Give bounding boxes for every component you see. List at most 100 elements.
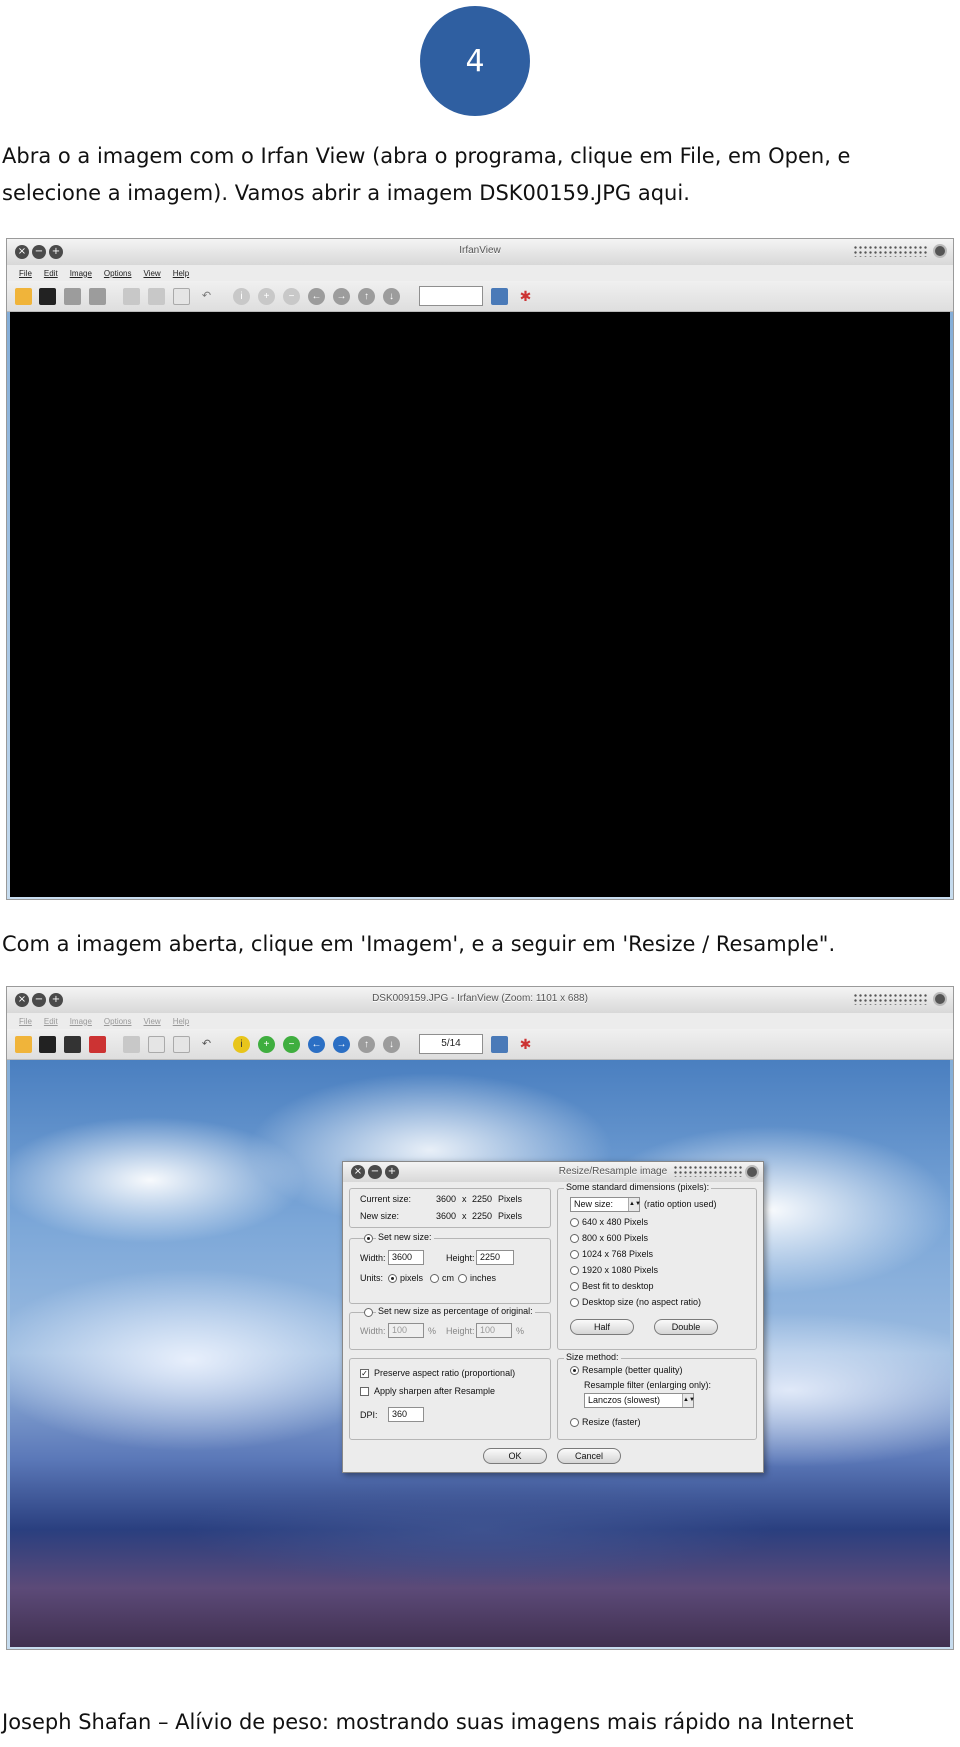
menu-help[interactable]: Help bbox=[173, 269, 189, 278]
std-option-radio-desktop[interactable] bbox=[570, 1298, 579, 1307]
pct-height-label: Height: bbox=[446, 1326, 475, 1336]
save-icon[interactable] bbox=[64, 1036, 81, 1053]
std-option-radio-640[interactable] bbox=[570, 1218, 579, 1227]
page-field[interactable]: 5/14 bbox=[419, 1034, 483, 1054]
open-icon[interactable] bbox=[15, 1036, 32, 1053]
current-size-x: x bbox=[462, 1194, 467, 1204]
slideshow-icon[interactable] bbox=[39, 288, 56, 305]
info-icon[interactable]: i bbox=[233, 1036, 250, 1053]
width-input[interactable]: 3600 bbox=[388, 1250, 424, 1265]
title-grip bbox=[673, 1165, 743, 1177]
std-option-radio-best-fit[interactable] bbox=[570, 1282, 579, 1291]
undo-icon[interactable]: ↶ bbox=[198, 1036, 215, 1053]
cancel-button[interactable]: Cancel bbox=[557, 1448, 621, 1464]
ok-button[interactable]: OK bbox=[483, 1448, 547, 1464]
copy-icon[interactable] bbox=[148, 288, 165, 305]
pct-width-input[interactable]: 100 bbox=[388, 1323, 424, 1338]
menu-options[interactable]: Options bbox=[104, 269, 132, 278]
zoom-in-icon[interactable]: + bbox=[258, 288, 275, 305]
std-option-radio-800[interactable] bbox=[570, 1234, 579, 1243]
set-new-size-radio[interactable] bbox=[364, 1234, 373, 1243]
size-method-label: Size method: bbox=[564, 1352, 621, 1362]
window-option-icon[interactable] bbox=[745, 1165, 759, 1179]
menu-file[interactable]: File bbox=[19, 1017, 32, 1026]
new-size-height: 2250 bbox=[472, 1211, 493, 1221]
page-field[interactable] bbox=[419, 286, 483, 306]
sharpen-checkbox[interactable] bbox=[360, 1387, 369, 1396]
first-icon[interactable]: ↑ bbox=[358, 288, 375, 305]
last-icon[interactable]: ↓ bbox=[383, 1036, 400, 1053]
previous-icon[interactable]: ← bbox=[308, 288, 325, 305]
std-option-radio-1920[interactable] bbox=[570, 1266, 579, 1275]
settings-icon[interactable] bbox=[491, 1036, 508, 1053]
window-option-icon[interactable] bbox=[933, 244, 947, 258]
zoom-out-icon[interactable]: − bbox=[283, 288, 300, 305]
delete-icon[interactable] bbox=[89, 288, 106, 305]
menu-view[interactable]: View bbox=[144, 269, 161, 278]
paste-icon[interactable] bbox=[173, 288, 190, 305]
slideshow-icon[interactable] bbox=[39, 1036, 56, 1053]
next-icon[interactable]: → bbox=[333, 288, 350, 305]
preserve-aspect-checkbox[interactable]: ✓ bbox=[360, 1369, 369, 1378]
paragraph-1-line-1: Abra o a imagem com o Irfan View (abra o… bbox=[2, 144, 851, 168]
unit-inches-radio[interactable] bbox=[458, 1274, 467, 1283]
unit-pixels-radio[interactable] bbox=[388, 1274, 397, 1283]
current-size-unit: Pixels bbox=[498, 1194, 523, 1204]
menu-help[interactable]: Help bbox=[173, 1017, 189, 1026]
irfanview-logo-icon[interactable]: ✱ bbox=[517, 1036, 534, 1053]
zoom-in-icon[interactable]: + bbox=[258, 1036, 275, 1053]
previous-icon[interactable]: ← bbox=[308, 1036, 325, 1053]
resample-filter-select[interactable]: Lanczos (slowest) ▲▼ bbox=[584, 1393, 695, 1408]
current-size-label: Current size: bbox=[360, 1194, 412, 1204]
last-icon[interactable]: ↓ bbox=[383, 288, 400, 305]
standard-size-select[interactable]: New size: ▲▼ bbox=[570, 1197, 641, 1212]
paste-icon[interactable] bbox=[173, 1036, 190, 1053]
menu-view[interactable]: View bbox=[144, 1017, 161, 1026]
new-size-label: New size: bbox=[360, 1211, 400, 1221]
double-button[interactable]: Double bbox=[654, 1319, 718, 1335]
save-icon[interactable] bbox=[64, 288, 81, 305]
percentage-radio[interactable] bbox=[364, 1308, 373, 1317]
open-icon[interactable] bbox=[15, 288, 32, 305]
delete-icon[interactable] bbox=[89, 1036, 106, 1053]
ratio-note: (ratio option used) bbox=[644, 1199, 717, 1209]
half-button[interactable]: Half bbox=[570, 1319, 634, 1335]
std-option-radio-1024[interactable] bbox=[570, 1250, 579, 1259]
settings-icon[interactable] bbox=[491, 288, 508, 305]
footer-text: Joseph Shafan – Alívio de peso: mostrand… bbox=[2, 1710, 854, 1734]
image-viewer-area[interactable] bbox=[10, 312, 950, 897]
dpi-input[interactable]: 360 bbox=[388, 1407, 424, 1422]
menu-image[interactable]: Image bbox=[70, 1017, 92, 1026]
current-size-width: 3600 bbox=[436, 1194, 457, 1204]
window-title: DSK009159.JPG - IrfanView (Zoom: 1101 x … bbox=[372, 993, 588, 1004]
resample-filter-label: Resample filter (enlarging only): bbox=[584, 1380, 712, 1390]
copy-icon[interactable] bbox=[148, 1036, 165, 1053]
preserve-aspect-label: Preserve aspect ratio (proportional) bbox=[374, 1368, 516, 1378]
cut-icon[interactable] bbox=[123, 1036, 140, 1053]
sharpen-label: Apply sharpen after Resample bbox=[374, 1386, 496, 1396]
dialog-titlebar: × − + Resize/Resample image bbox=[343, 1162, 763, 1182]
irfanview-logo-icon[interactable]: ✱ bbox=[517, 288, 534, 305]
std-option-640: 640 x 480 Pixels bbox=[582, 1217, 649, 1227]
undo-icon[interactable]: ↶ bbox=[198, 288, 215, 305]
info-icon[interactable]: i bbox=[233, 288, 250, 305]
resample-radio[interactable] bbox=[570, 1366, 579, 1375]
cut-icon[interactable] bbox=[123, 288, 140, 305]
menu-file[interactable]: File bbox=[19, 269, 32, 278]
first-icon[interactable]: ↑ bbox=[358, 1036, 375, 1053]
height-input[interactable]: 2250 bbox=[476, 1250, 514, 1265]
chevron-updown-icon: ▲▼ bbox=[682, 1394, 695, 1407]
window-option-icon[interactable] bbox=[933, 992, 947, 1006]
next-icon[interactable]: → bbox=[333, 1036, 350, 1053]
menu-edit[interactable]: Edit bbox=[44, 1017, 58, 1026]
menu-image[interactable]: Image bbox=[70, 269, 92, 278]
menu-edit[interactable]: Edit bbox=[44, 269, 58, 278]
size-info-group: Current size: 3600 x 2250 Pixels New siz… bbox=[349, 1188, 551, 1228]
menu-options[interactable]: Options bbox=[104, 1017, 132, 1026]
units-label: Units: bbox=[360, 1273, 384, 1283]
unit-cm-radio[interactable] bbox=[430, 1274, 439, 1283]
percentage-group: Set new size as percentage of original: … bbox=[349, 1306, 551, 1350]
zoom-out-icon[interactable]: − bbox=[283, 1036, 300, 1053]
pct-height-input[interactable]: 100 bbox=[476, 1323, 512, 1338]
resize-radio[interactable] bbox=[570, 1418, 579, 1427]
